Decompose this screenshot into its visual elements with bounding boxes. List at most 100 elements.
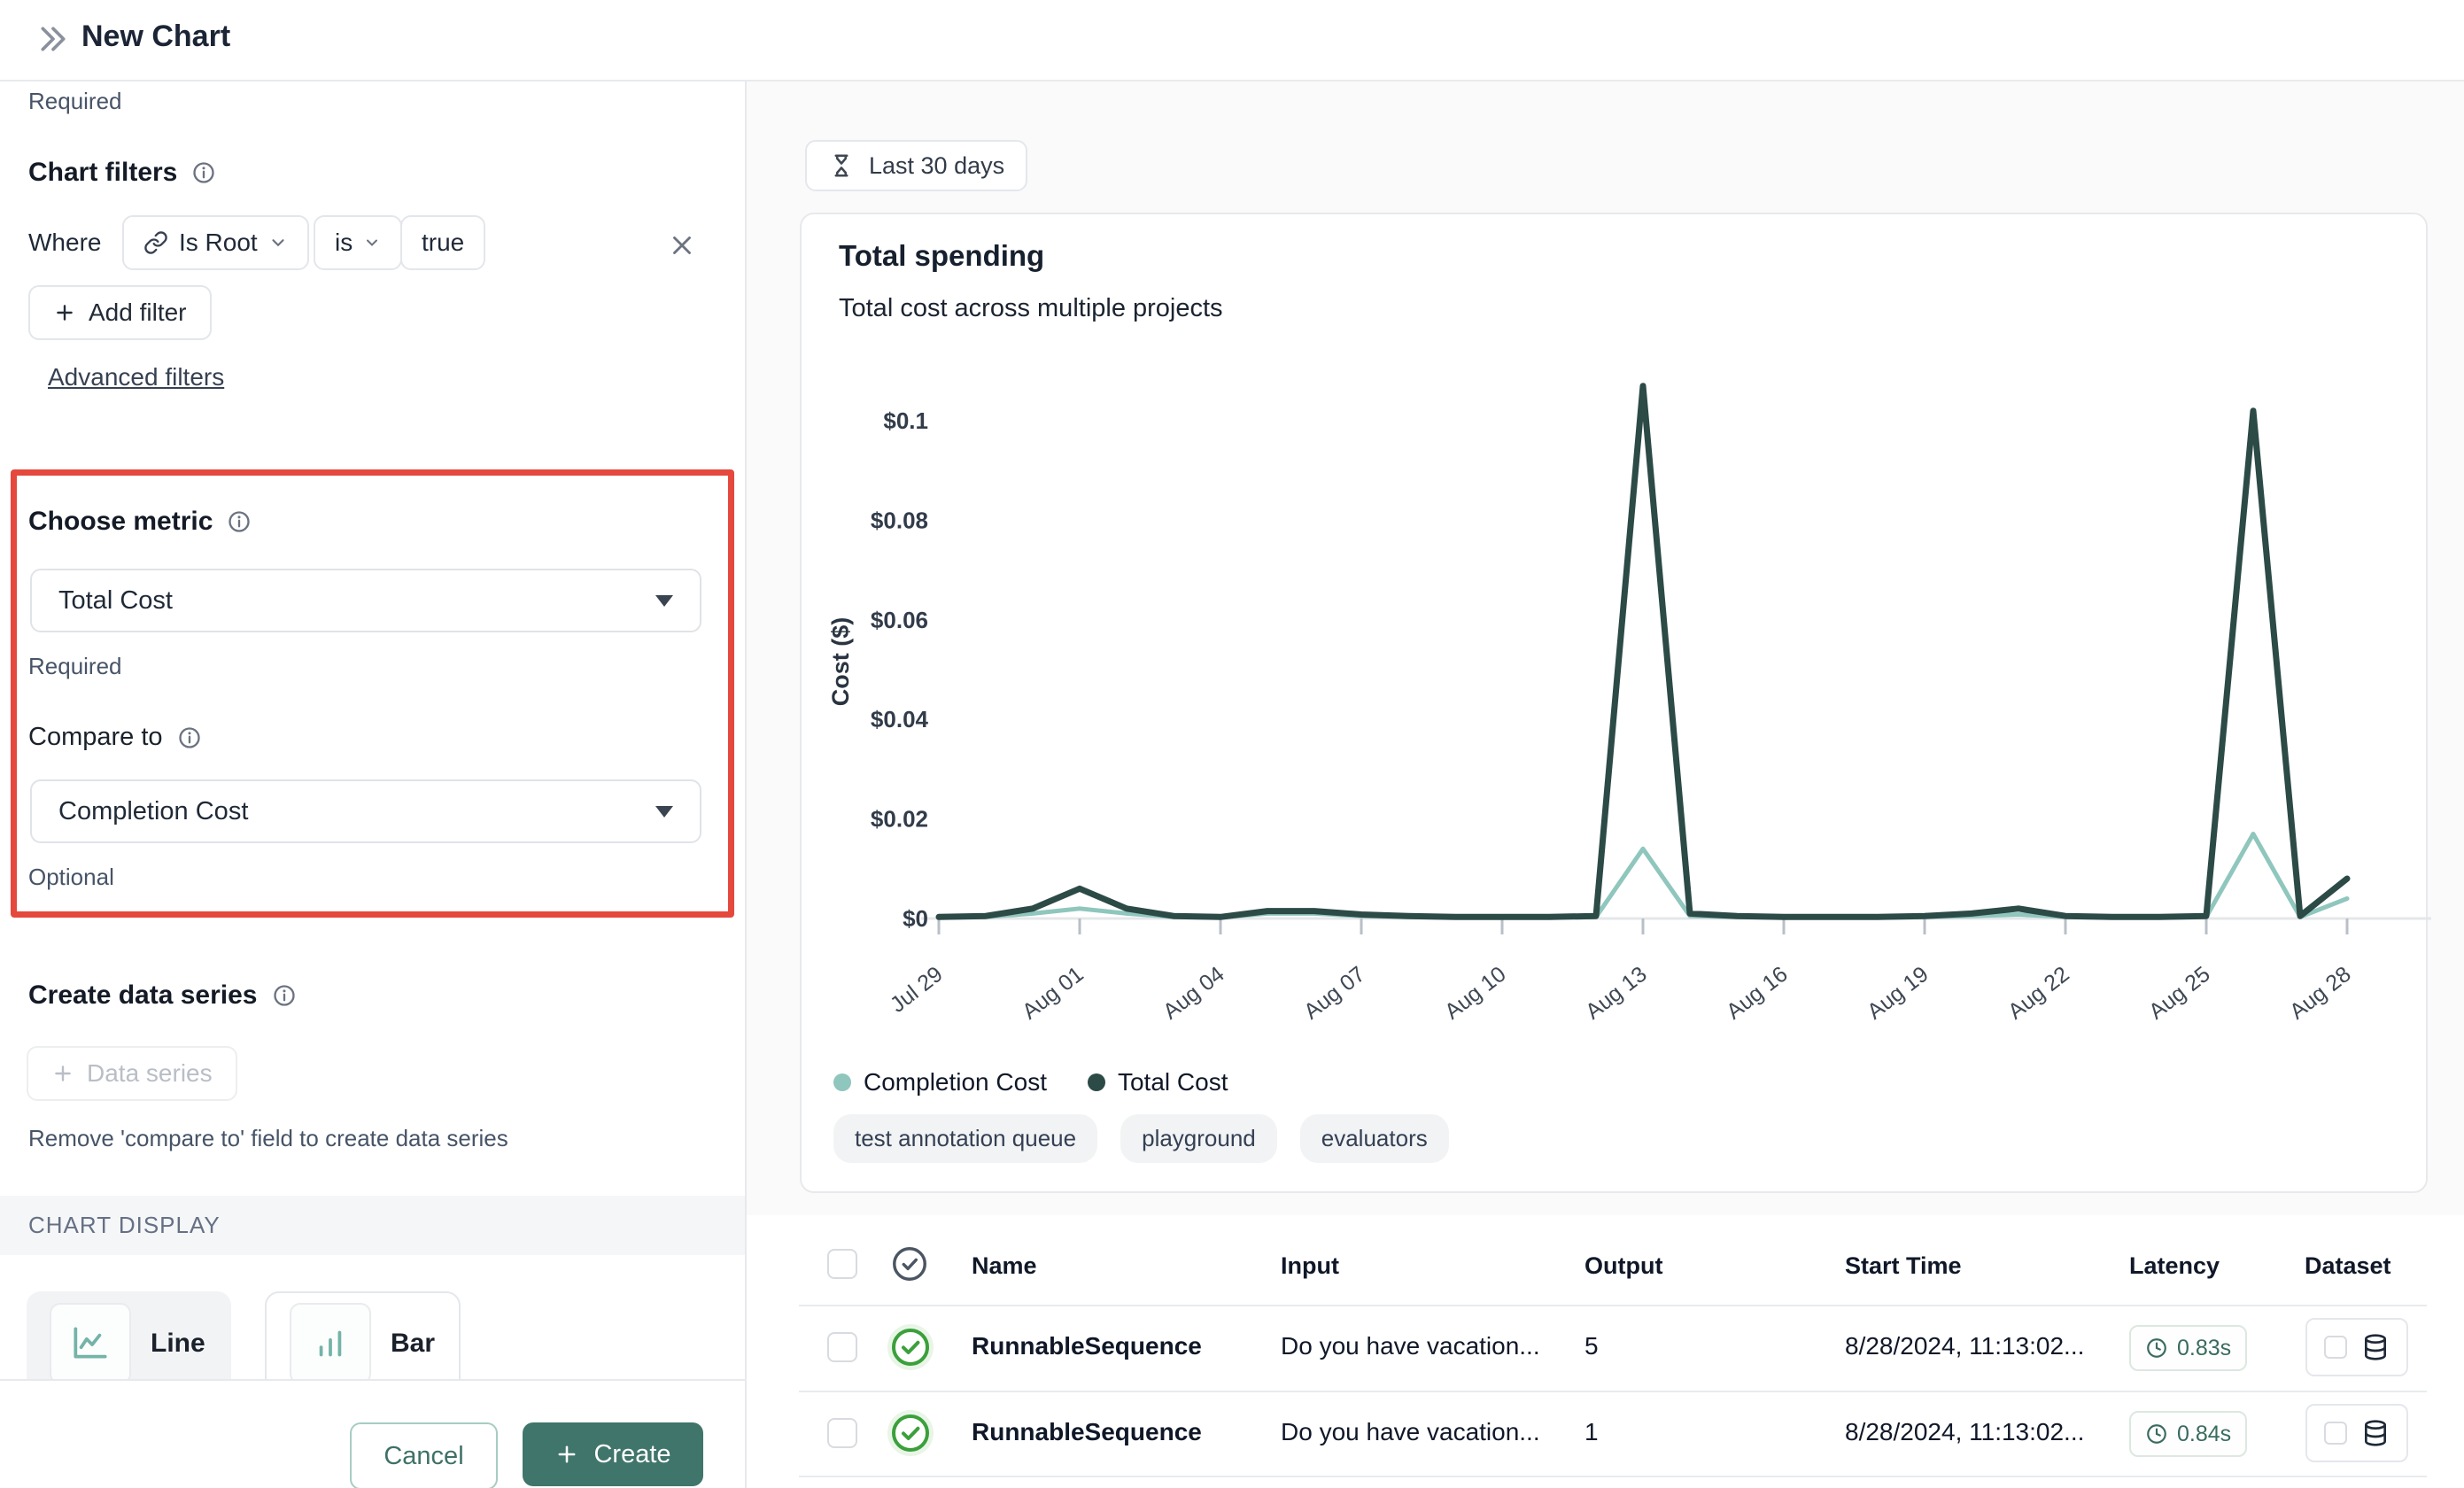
remove-filter-icon[interactable] [667,230,697,260]
x-tick-label: Aug 28 [2285,962,2356,1025]
dataset-checkbox[interactable] [2324,1422,2347,1445]
create-label: Create [593,1440,670,1469]
legend-dot-icon [833,1073,851,1091]
data-series-note: Remove 'compare to' field to create data… [28,1125,508,1152]
where-label: Where [28,229,101,257]
dataset-cell[interactable] [2305,1404,2408,1462]
filter-value-box[interactable]: true [400,215,485,270]
series-line-completion-cost [939,834,2347,918]
chart-legend: Completion Cost Total Cost [833,1068,1228,1097]
x-tick-label: Aug 22 [2003,962,2074,1025]
col-output[interactable]: Output [1585,1252,1662,1280]
legend-label: Completion Cost [864,1068,1047,1097]
chart-display-section-header: CHART DISPLAY [0,1196,745,1255]
y-tick-label: $0.02 [871,806,928,833]
collapse-panel-icon[interactable] [35,21,71,57]
create-data-series-title: Create data series [28,980,258,1011]
table-divider [799,1391,2427,1392]
bar-chart-icon [290,1303,371,1384]
tag-pill[interactable]: playground [1120,1114,1277,1163]
link-icon [143,230,168,255]
chart-display-label: CHART DISPLAY [28,1212,221,1239]
plus-icon [51,1062,74,1085]
chevron-down-icon [268,233,288,252]
run-name[interactable]: RunnableSequence [972,1418,1202,1446]
compare-optional-note: Optional [28,864,114,891]
tag-pill[interactable]: test annotation queue [833,1114,1097,1163]
info-icon[interactable] [191,160,216,185]
x-tick-label: Aug 25 [2144,962,2215,1025]
new-chart-screen: New Chart Required Chart filters Where I… [0,0,2464,1488]
info-icon[interactable] [272,983,297,1008]
select-all-checkbox[interactable] [827,1249,857,1279]
caret-down-icon [655,806,673,818]
compare-to-label: Compare to [28,723,163,752]
run-start-time: 8/28/2024, 11:13:02... [1845,1418,2084,1446]
row-checkbox[interactable] [827,1332,857,1362]
line-label: Line [151,1329,205,1359]
dataset-checkbox[interactable] [2324,1336,2347,1359]
database-icon[interactable] [2361,1333,2390,1361]
data-series-label: Data series [87,1059,213,1088]
chart-card-subtitle: Total cost across multiple projects [839,294,1223,323]
clock-icon [2145,1337,2168,1360]
time-range-button[interactable]: Last 30 days [805,140,1027,191]
tag-pill[interactable]: evaluators [1300,1114,1449,1163]
add-filter-button[interactable]: Add filter [28,285,212,340]
line-chart-icon [50,1303,131,1384]
bar-label: Bar [391,1329,435,1359]
advanced-filters-link[interactable]: Advanced filters [48,363,224,391]
row-checkbox[interactable] [827,1418,857,1448]
latency-badge: 0.84s [2129,1411,2247,1457]
x-tick-label: Aug 04 [1158,962,1229,1025]
filter-operator-value: is [335,229,353,257]
choose-metric-title: Choose metric [28,507,213,537]
y-tick-label: $0.06 [871,607,928,633]
metric-select-value: Total Cost [58,586,173,616]
filter-field-dropdown[interactable]: Is Root [122,215,309,270]
plus-icon [554,1442,579,1467]
success-status-icon [886,1408,935,1458]
chevron-down-icon [363,234,381,252]
y-tick-label: $0.04 [871,706,929,732]
filter-field-value: Is Root [179,229,258,257]
database-icon[interactable] [2361,1419,2390,1447]
create-button[interactable]: Create [523,1422,703,1486]
cancel-button[interactable]: Cancel [350,1422,498,1488]
add-filter-label: Add filter [89,298,187,327]
clock-icon [2145,1422,2168,1445]
legend-label: Total Cost [1118,1068,1228,1097]
top-header [0,0,2464,81]
y-axis-title: Cost ($) [827,617,854,707]
plus-icon [53,301,76,324]
series-line-total-cost [939,386,2347,918]
data-series-button-disabled[interactable]: Data series [27,1046,237,1101]
dataset-cell[interactable] [2305,1318,2408,1376]
x-tick-label: Aug 01 [1018,962,1089,1025]
hourglass-icon [828,152,855,179]
table-divider [799,1305,2427,1306]
col-start-time[interactable]: Start Time [1845,1252,1962,1280]
metric-select[interactable]: Total Cost [30,569,701,632]
required-note-top: Required [28,88,122,115]
y-tick-label: $0.08 [871,507,928,533]
time-range-label: Last 30 days [869,152,1004,180]
success-status-icon [886,1322,935,1372]
col-latency[interactable]: Latency [2129,1252,2220,1280]
run-input: Do you have vacation... [1281,1418,1540,1446]
legend-item[interactable]: Total Cost [1088,1068,1228,1097]
run-name[interactable]: RunnableSequence [972,1332,1202,1360]
legend-item[interactable]: Completion Cost [833,1068,1047,1097]
col-name[interactable]: Name [972,1252,1037,1280]
info-icon[interactable] [177,725,202,750]
col-dataset[interactable]: Dataset [2305,1252,2391,1280]
compare-select[interactable]: Completion Cost [30,779,701,843]
y-tick-label: $0.1 [883,407,928,434]
x-tick-label: Aug 10 [1440,962,1511,1025]
col-input[interactable]: Input [1281,1252,1339,1280]
info-icon[interactable] [227,509,252,534]
run-start-time: 8/28/2024, 11:13:02... [1845,1332,2084,1360]
filter-operator-dropdown[interactable]: is [314,215,402,270]
x-tick-label: Aug 19 [1863,962,1933,1025]
chart-card-title: Total spending [839,239,1044,273]
